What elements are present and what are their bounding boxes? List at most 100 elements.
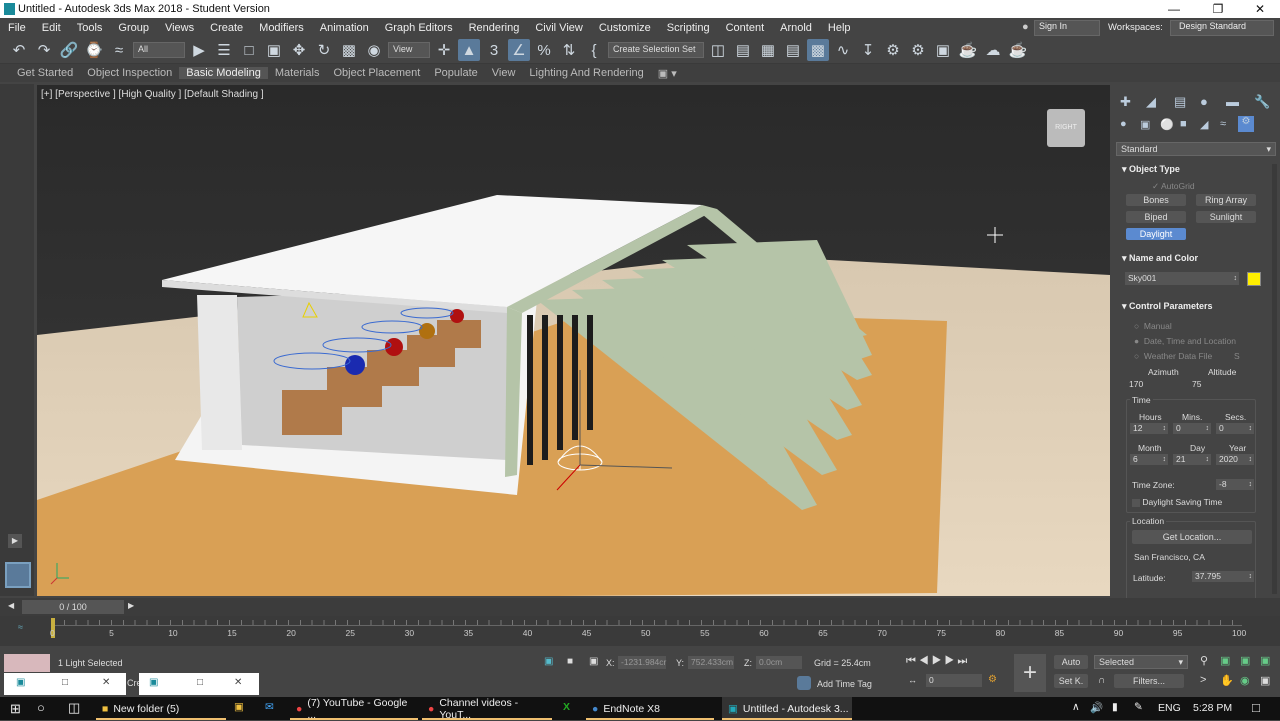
fov-icon[interactable]: > — [1200, 674, 1206, 686]
rollout-object-type[interactable]: ▾ Object Type — [1122, 164, 1180, 175]
battery-icon[interactable]: ▮ — [1112, 701, 1118, 713]
maxscript-listener[interactable] — [4, 654, 50, 672]
track-bar-menu-icon[interactable]: ≈ — [18, 622, 23, 632]
window-crossing-icon[interactable]: ▣ — [263, 39, 285, 61]
current-frame-field[interactable]: 0 — [926, 674, 982, 687]
lock-icon[interactable]: ■ — [567, 656, 573, 667]
mins-spinner[interactable]: 0 — [1173, 423, 1211, 434]
link-icon[interactable]: 🔗 — [58, 39, 80, 61]
prev-frame-icon[interactable]: ◀ — [8, 601, 14, 610]
set-key-button[interactable]: + — [1014, 654, 1046, 692]
zoom-icon[interactable]: ⚲ — [1200, 654, 1208, 667]
helpers-icon[interactable]: ◢ — [1200, 118, 1208, 131]
cortana-icon[interactable]: ○ — [37, 700, 45, 715]
menu-animation[interactable]: Animation — [312, 22, 377, 34]
menu-rendering[interactable]: Rendering — [461, 22, 528, 34]
menu-content[interactable]: Content — [718, 22, 773, 34]
menu-graph-editors[interactable]: Graph Editors — [377, 22, 461, 34]
sign-in-dropdown[interactable]: Sign In — [1034, 20, 1100, 36]
angle-snap-icon[interactable]: ∠ — [508, 39, 530, 61]
expand-icon[interactable]: ▶ — [8, 534, 22, 548]
year-spinner[interactable]: 2020 — [1216, 454, 1254, 465]
spinner-snap-icon[interactable]: ⇅ — [558, 39, 580, 61]
y-coordinate[interactable]: 752.433cm — [688, 656, 734, 669]
schematic-view-icon[interactable]: ↧ — [857, 39, 879, 61]
key-tangent-icon[interactable]: ∩ — [1098, 675, 1105, 686]
store-icon[interactable]: ▣ — [234, 701, 244, 713]
get-location-button[interactable]: Get Location... — [1132, 530, 1252, 544]
add-time-tag[interactable]: Add Time Tag — [817, 679, 872, 689]
day-spinner[interactable]: 21 — [1173, 454, 1211, 465]
floating-window-2[interactable]: ▣ □ ✕ — [139, 673, 259, 695]
rendered-frame-icon[interactable]: ▣ — [932, 39, 954, 61]
daylight-button[interactable]: Daylight — [1126, 228, 1186, 240]
material-editor-icon[interactable]: ⚙ — [882, 39, 904, 61]
tab-view[interactable]: View — [485, 67, 523, 79]
latitude-spinner[interactable]: 37.795 — [1192, 571, 1254, 582]
x-coordinate[interactable]: -1231.984cr — [618, 656, 666, 669]
bind-space-warp-icon[interactable]: ≈ — [108, 39, 130, 61]
ring-array-button[interactable]: Ring Array — [1196, 194, 1256, 206]
object-color-swatch[interactable] — [1247, 272, 1261, 286]
scale-icon[interactable]: ▩ — [338, 39, 360, 61]
mirror-icon[interactable]: ◫ — [707, 39, 729, 61]
z-coordinate[interactable]: 0.0cm — [756, 656, 802, 669]
spacewarps-icon[interactable]: ≈ — [1220, 118, 1226, 130]
time-tag-icon[interactable] — [797, 676, 811, 690]
menu-help[interactable]: Help — [820, 22, 859, 34]
place-icon[interactable]: ◉ — [363, 39, 385, 61]
radio-weather-data-file[interactable]: ○ Weather Data File — [1134, 351, 1212, 361]
rollout-name-and-color[interactable]: ▾ Name and Color — [1122, 253, 1198, 264]
zoom-all-icon[interactable]: ▣ — [1220, 654, 1230, 667]
restore-button[interactable]: ❐ — [1198, 0, 1238, 18]
menu-modifiers[interactable]: Modifiers — [251, 22, 312, 34]
autogrid-checkbox[interactable]: ✓ AutoGrid — [1152, 181, 1195, 192]
menu-file[interactable]: File — [0, 22, 34, 34]
time-zone-spinner[interactable]: -8 — [1216, 479, 1254, 490]
align-icon[interactable]: ▤ — [732, 39, 754, 61]
reference-coordinate-dropdown[interactable]: View — [388, 42, 430, 58]
utilities-tab-icon[interactable]: 🔧 — [1254, 94, 1270, 110]
taskbar-chrome-channel[interactable]: ● Channel videos - YouT... — [422, 697, 552, 721]
tab-lighting-rendering[interactable]: Lighting And Rendering — [522, 67, 650, 79]
a360-icon[interactable]: ☕ — [1007, 39, 1029, 61]
pan-icon[interactable]: ✋ — [1220, 674, 1234, 687]
menu-group[interactable]: Group — [110, 22, 157, 34]
menu-civil-view[interactable]: Civil View — [527, 22, 590, 34]
orbit-icon[interactable]: ◉ — [1240, 674, 1250, 687]
hierarchy-tab-icon[interactable]: ▤ — [1174, 94, 1186, 110]
modify-tab-icon[interactable]: ◢ — [1146, 94, 1156, 110]
systems-icon[interactable]: ⚙ — [1238, 116, 1254, 132]
weather-file-button[interactable]: S — [1234, 351, 1240, 361]
named-selection-dropdown[interactable]: Create Selection Set — [608, 42, 704, 58]
selection-filter-dropdown[interactable]: All — [133, 42, 185, 58]
menu-scripting[interactable]: Scripting — [659, 22, 718, 34]
isolate-icon[interactable]: ▣ — [544, 656, 553, 667]
excel-icon[interactable]: X — [563, 701, 570, 713]
floating-window-1[interactable]: ▣ □ ✕ — [4, 673, 126, 695]
clock[interactable]: 5:28 PM — [1193, 702, 1232, 714]
menu-create[interactable]: Create — [202, 22, 251, 34]
object-name-input[interactable]: Sky001 — [1125, 272, 1239, 285]
menu-customize[interactable]: Customize — [591, 22, 659, 34]
auto-key-button[interactable]: Auto — [1054, 655, 1088, 669]
close-button[interactable]: ✕ — [1240, 0, 1280, 18]
tab-materials[interactable]: Materials — [268, 67, 327, 79]
render-icon[interactable]: ☕ — [957, 39, 979, 61]
next-frame-icon[interactable]: ▶ — [128, 601, 134, 610]
key-filters-button[interactable]: Filters... — [1114, 674, 1184, 688]
edit-named-selection-icon[interactable]: { — [583, 39, 605, 61]
scene-explorer-icon[interactable]: ▦ — [757, 39, 779, 61]
dst-checkbox[interactable]: Daylight Saving Time — [1132, 497, 1222, 507]
play-icon[interactable]: ▶ — [932, 655, 945, 667]
viewport-label[interactable]: [+] [Perspective ] [High Quality ] [Defa… — [41, 89, 264, 100]
render-setup-icon[interactable]: ⚙ — [907, 39, 929, 61]
panel-scrollbar[interactable] — [1272, 164, 1277, 594]
zoom-extents-all-icon[interactable]: ▣ — [1260, 654, 1270, 667]
unlink-icon[interactable]: ⌚ — [83, 39, 105, 61]
select-object-icon[interactable]: ▶ — [188, 39, 210, 61]
move-icon[interactable]: ✥ — [288, 39, 310, 61]
biped-button[interactable]: Biped — [1126, 211, 1186, 223]
month-spinner[interactable]: 6 — [1130, 454, 1168, 465]
ribbon-toggle-icon[interactable]: ▩ — [807, 39, 829, 61]
